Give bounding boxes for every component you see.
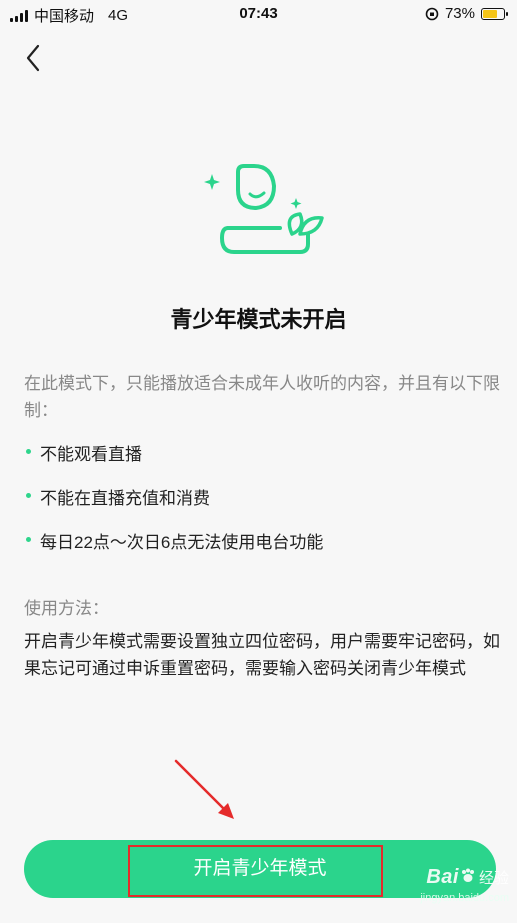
enable-teen-mode-button[interactable]: 开启青少年模式 [24,840,496,898]
page-title: 青少年模式未开启 [170,307,347,332]
restriction-item: 不能观看直播 [24,440,502,484]
battery-icon [481,7,508,20]
restriction-text: 不能在直播充值和消费 [40,489,210,508]
orientation-lock-icon [425,7,439,20]
battery-percent: 73% [444,5,475,22]
status-bar-right: 73% [425,5,508,22]
bullet-dot [26,493,31,498]
intro-text: 在此模式下，只能播放适合未成年人收听的内容，并且有以下限制： [24,374,500,420]
bullet-dot [26,449,31,454]
bullet-dot [26,537,31,542]
battery-fill [483,9,498,18]
teen-mode-illustration-icon [204,164,324,254]
status-bar: 中国移动 4G 07:43 73% [0,0,517,28]
restriction-list: 不能观看直播 不能在直播充值和消费 每日22点～次日6点无法使用电台功能 [24,440,502,572]
back-arrow-icon[interactable] [20,42,48,74]
restriction-text: 不能观看直播 [40,445,142,464]
usage-label: 使用方法： [24,599,109,618]
restriction-text: 每日22点～次日6点无法使用电台功能 [40,533,324,552]
restriction-item: 每日22点～次日6点无法使用电台功能 [24,528,502,572]
restriction-item: 不能在直播充值和消费 [24,484,502,528]
annotation-arrow-icon [174,759,234,819]
usage-text: 开启青少年模式需要设置独立四位密码，用户需要牢记密码，如果忘记可通过申诉重置密码… [24,632,500,678]
